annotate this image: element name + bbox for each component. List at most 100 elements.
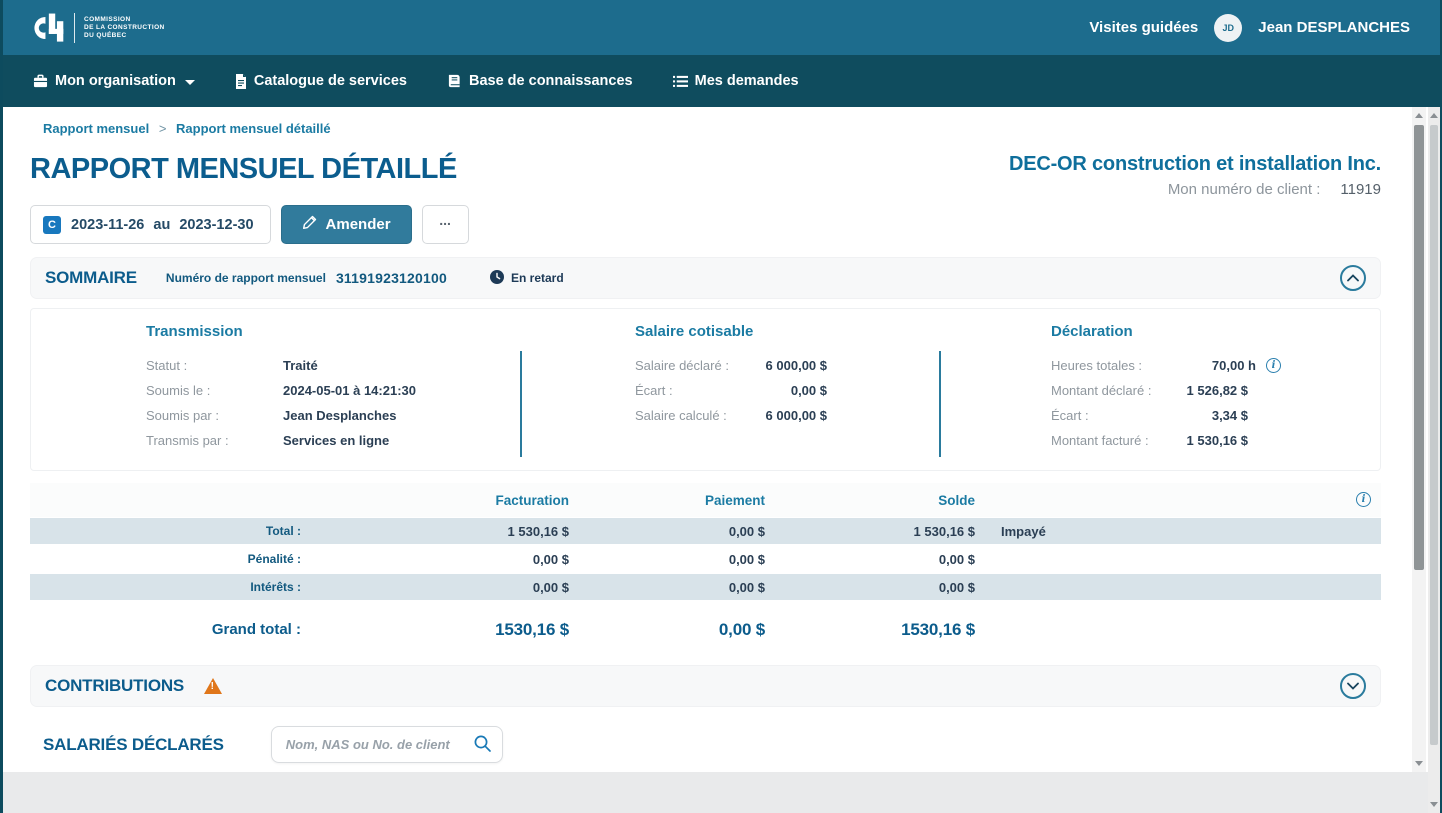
table-row-penalite: Pénalité : 0,00 $ 0,00 $ 0,00 $ [30,545,1381,573]
contributions-title: CONTRIBUTIONS [45,676,184,696]
nav-label: Mon organisation [55,73,176,89]
salaire-cotisable-title: Salaire cotisable [635,323,939,340]
page-content: Rapport mensuel > Rapport mensuel détail… [3,121,1440,763]
detail-row: Statut :Traité [146,353,520,378]
ccq-logo-icon [31,11,65,45]
nav-label: Catalogue de services [254,73,407,89]
billing-header-row: Facturation Paiement Solde [30,483,1381,517]
company-block: DEC-OR construction et installation Inc.… [1009,153,1381,198]
salaries-section-header: SALARIÉS DÉCLARÉS [30,726,1381,763]
detail-row: Soumis le :2024-05-01 à 14:21:30 [146,378,520,403]
transmission-column: Transmission Statut :Traité Soumis le :2… [31,309,520,470]
detail-row: Montant déclaré :1 526,82 $ [1051,378,1248,403]
ccq-logo[interactable]: COMMISSION DE LA CONSTRUCTION DU QUÉBEC [31,11,165,45]
search-icon[interactable] [473,734,492,758]
title-row: RAPPORT MENSUEL DÉTAILLÉ DEC-OR construc… [30,153,1381,198]
status-label: En retard [511,271,564,285]
main-nav: Mon organisation Catalogue de services B… [3,55,1440,107]
briefcase-icon [33,74,48,88]
nav-item-mon-organisation[interactable]: Mon organisation [33,73,195,89]
page-title: RAPPORT MENSUEL DÉTAILLÉ [30,153,457,185]
nav-item-catalogue-de-services[interactable]: Catalogue de services [235,73,407,89]
status-badge: En retard [490,270,564,287]
nav-item-base-de-connaissances[interactable]: Base de connaissances [447,73,633,89]
detail-row: Écart :0,00 $ [635,378,827,403]
chevron-down-icon [185,80,195,85]
browser-scrollbar[interactable] [1428,107,1440,813]
column-header-solde: Solde [777,493,987,508]
book-icon [447,74,462,88]
calendar-badge-icon: C [43,216,61,234]
breadcrumb: Rapport mensuel > Rapport mensuel détail… [30,121,1381,136]
period-range: 2023-11-26 au 2023-12-30 [71,217,254,233]
nav-label: Mes demandes [695,73,799,89]
scrollbar-thumb[interactable] [1414,125,1424,570]
table-row-total: Total : 1 530,16 $ 0,00 $ 1 530,16 $ Imp… [30,517,1381,545]
column-header-facturation: Facturation [313,493,581,508]
salaries-title: SALARIÉS DÉCLARÉS [43,735,224,755]
contributions-expand-button[interactable] [1340,673,1366,699]
sommaire-collapse-button[interactable] [1340,265,1366,291]
detail-row: Écart :3,34 $ [1051,403,1248,428]
column-header-paiement: Paiement [581,493,777,508]
declaration-column: Déclaration Heures totales : 70,00 h Mon… [939,309,1281,470]
logo-divider [74,13,75,43]
scroll-down-arrow[interactable] [1430,802,1438,807]
report-number-value: 31191923120100 [336,270,447,286]
content-scrollbar[interactable] [1412,107,1426,772]
info-icon[interactable] [1266,358,1281,373]
detail-row: Soumis par :Jean Desplanches [146,403,520,428]
chevron-up-icon [1347,269,1359,287]
user-avatar[interactable]: JD [1214,14,1242,42]
scroll-up-arrow[interactable] [1430,113,1438,118]
contributions-section-header[interactable]: CONTRIBUTIONS [30,665,1381,707]
employee-search-input[interactable] [271,726,503,763]
unpaid-badge: Impayé [987,524,1137,539]
scrollbar-thumb[interactable] [1430,125,1438,745]
column-divider [520,351,522,457]
top-header: COMMISSION DE LA CONSTRUCTION DU QUÉBEC … [3,0,1440,55]
nav-label: Base de connaissances [469,73,633,89]
detail-row: Salaire calculé :6 000,00 $ [635,403,827,428]
chevron-down-icon [1347,677,1359,695]
scroll-up-arrow[interactable] [1415,113,1423,118]
column-divider [939,351,941,457]
transmission-title: Transmission [146,323,520,340]
list-icon [673,75,688,88]
client-number-value: 11919 [1340,181,1381,198]
report-toolbar: C 2023-11-26 au 2023-12-30 Amender ... [30,205,1381,244]
declaration-title: Déclaration [1051,323,1281,340]
user-name[interactable]: Jean DESPLANCHES [1258,19,1410,36]
pencil-icon [302,215,317,234]
app-window: COMMISSION DE LA CONSTRUCTION DU QUÉBEC … [0,0,1442,813]
header-actions: Visites guidées JD Jean DESPLANCHES [1089,14,1410,42]
table-row-interets: Intérêts : 0,00 $ 0,00 $ 0,00 $ [30,573,1381,601]
summary-panel: Transmission Statut :Traité Soumis le :2… [30,308,1381,471]
detail-row: Salaire déclaré :6 000,00 $ [635,353,827,378]
page-bottom-band [3,772,1428,813]
billing-table: Facturation Paiement Solde Total : 1 530… [30,483,1381,652]
document-icon [235,74,247,89]
warning-icon [204,678,222,694]
more-actions-button[interactable]: ... [422,205,469,244]
amend-button-label: Amender [326,216,391,233]
table-row-grand-total: Grand total : 1530,16 $ 0,00 $ 1530,16 $ [30,607,1381,652]
sommaire-section-header[interactable]: SOMMAIRE Numéro de rapport mensuel 31191… [30,257,1381,299]
sommaire-title: SOMMAIRE [45,268,137,288]
period-selector[interactable]: C 2023-11-26 au 2023-12-30 [30,205,271,244]
detail-row: Heures totales : 70,00 h [1051,353,1281,378]
clock-icon [490,270,504,287]
employee-search [271,726,503,763]
breadcrumb-parent-link[interactable]: Rapport mensuel [43,121,149,136]
breadcrumb-current[interactable]: Rapport mensuel détaillé [176,121,331,136]
scroll-down-arrow[interactable] [1415,761,1423,766]
info-icon[interactable] [1356,492,1371,507]
logo-text: COMMISSION DE LA CONSTRUCTION DU QUÉBEC [84,16,165,40]
nav-item-mes-demandes[interactable]: Mes demandes [673,73,799,89]
client-number-label: Mon numéro de client : [1168,181,1321,198]
guided-tours-link[interactable]: Visites guidées [1089,19,1198,36]
report-number-label: Numéro de rapport mensuel [166,271,326,285]
client-number-line: Mon numéro de client : 11919 [1009,181,1381,198]
breadcrumb-separator: > [159,121,167,136]
amend-button[interactable]: Amender [281,205,412,244]
